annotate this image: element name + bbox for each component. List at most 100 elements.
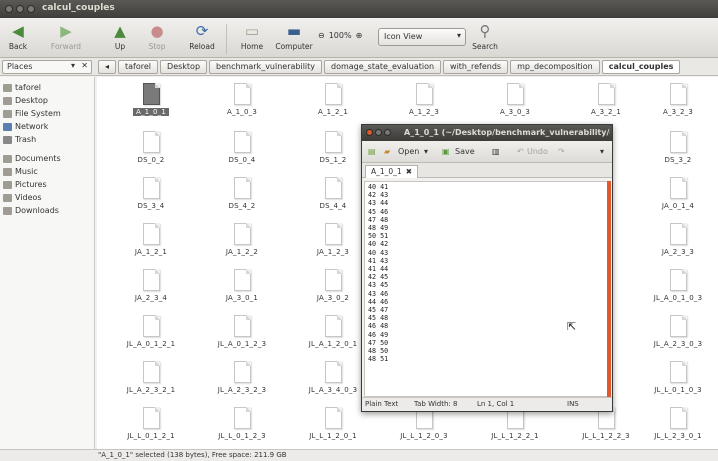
sidebar-item-filesystem[interactable]: File System <box>0 107 94 120</box>
reload-button[interactable]: ⟳ Reload <box>188 22 216 56</box>
file-item[interactable]: JL_A_0_1_2_1 <box>111 315 191 355</box>
sidebar-item-trash[interactable]: Trash <box>0 133 94 146</box>
file-item[interactable]: DS_0_4 <box>202 131 282 171</box>
forward-button[interactable]: ▶ Forward <box>48 22 84 56</box>
tab-width-select[interactable]: Tab Width: 8 <box>414 400 457 408</box>
editor-scrollbar[interactable] <box>607 181 611 397</box>
editor-close-button[interactable] <box>366 129 373 136</box>
file-item[interactable]: JL_L_0_1_0_3 <box>638 361 718 401</box>
sidebar-item-desktop[interactable]: Desktop <box>0 94 94 107</box>
undo-button[interactable]: Undo <box>527 147 548 156</box>
up-arrow-icon: ▲ <box>114 22 126 40</box>
text-file-icon <box>233 315 251 337</box>
file-item[interactable]: A_3_2_1 <box>566 83 646 123</box>
editor-window-controls[interactable] <box>366 129 391 136</box>
file-item[interactable]: JL_L_0_1_2_1 <box>111 407 191 447</box>
file-item[interactable]: A_3_2_3 <box>638 83 718 123</box>
breadcrumb-item[interactable]: domage_state_evaluation <box>324 60 442 74</box>
language-mode-select[interactable]: Plain Text <box>365 400 398 408</box>
file-item[interactable]: JL_L_2_3_0_1 <box>638 407 718 447</box>
view-mode-select[interactable]: Icon View ▾ <box>378 28 466 46</box>
zoom-out-icon[interactable]: ⊖ <box>318 31 325 40</box>
file-item[interactable]: JA_3_0_1 <box>202 269 282 309</box>
file-item[interactable]: JL_L_1_2_0_3 <box>384 407 464 447</box>
breadcrumb-item[interactable]: Desktop <box>160 60 208 74</box>
file-item[interactable]: JL_A_2_3_2_3 <box>202 361 282 401</box>
file-item[interactable]: JA_1_2_1 <box>111 223 191 263</box>
breadcrumb-item[interactable]: benchmark_vulnerability <box>209 60 323 74</box>
file-item[interactable]: A_3_0_3 <box>475 83 555 123</box>
file-item[interactable]: DS_3_2 <box>638 131 718 171</box>
redo-icon[interactable]: ↷ <box>558 147 565 156</box>
stop-button[interactable]: ● Stop <box>146 22 168 56</box>
breadcrumb-item[interactable]: with_refends <box>443 60 509 74</box>
editor-text-area[interactable]: 40 41 42 43 43 44 45 46 47 48 48 49 50 51 40 42… <box>364 181 610 397</box>
computer-button[interactable]: ▬ Computer <box>274 22 314 56</box>
back-button[interactable]: ◀ Back <box>4 22 32 56</box>
file-item[interactable]: JL_A_0_1_2_3 <box>202 315 282 355</box>
file-item[interactable]: JL_L_1_2_2_1 <box>475 407 555 447</box>
breadcrumb-item[interactable]: taforel <box>118 60 159 74</box>
print-icon[interactable]: ▥ <box>492 147 500 156</box>
editor-line: 43 44 <box>368 199 389 208</box>
close-button[interactable] <box>5 5 13 13</box>
undo-icon[interactable]: ↶ <box>517 147 524 156</box>
file-item[interactable]: DS_3_4 <box>111 177 191 217</box>
sidebar-item-videos[interactable]: Videos <box>0 191 94 204</box>
file-item[interactable]: A_1_2_1 <box>293 83 373 123</box>
open-button[interactable]: Open <box>398 147 419 156</box>
search-label: Search <box>472 42 498 51</box>
file-item[interactable]: JL_L_1_2_2_3 <box>566 407 646 447</box>
search-button[interactable]: ⚲ Search <box>470 22 500 56</box>
stop-icon: ● <box>150 22 164 40</box>
file-item[interactable]: DS_4_2 <box>202 177 282 217</box>
file-item[interactable]: A_1_2_3 <box>384 83 464 123</box>
file-name: JL_L_1_2_0_3 <box>400 432 448 440</box>
file-item[interactable]: DS_0_2 <box>111 131 191 171</box>
sidebar-item-documents[interactable]: Documents <box>0 152 94 165</box>
file-item[interactable]: A_1_0_3 <box>202 83 282 123</box>
editor-tab[interactable]: A_1_0_1 ✖ <box>365 165 418 178</box>
open-folder-icon[interactable]: ▰ <box>384 147 390 156</box>
save-icon[interactable]: ▣ <box>442 147 450 156</box>
text-file-icon <box>324 269 342 291</box>
file-item[interactable]: JL_L_1_2_0_1 <box>293 407 373 447</box>
text-editor-window[interactable]: A_1_0_1 (~/Desktop/benchmark_vulnerabili… <box>361 124 613 412</box>
sidebar-item-label: Documents <box>15 154 61 163</box>
file-item[interactable]: JA_2_3_4 <box>111 269 191 309</box>
sidebar-item-pictures[interactable]: Pictures <box>0 178 94 191</box>
file-item[interactable]: JL_A_2_3_2_1 <box>111 361 191 401</box>
overflow-dropdown-icon[interactable]: ▾ <box>600 147 604 156</box>
file-item[interactable]: A_1_0_1 <box>111 83 191 123</box>
editor-maximize-button[interactable] <box>384 129 391 136</box>
sidebar-item-downloads[interactable]: Downloads <box>0 204 94 217</box>
file-item[interactable]: JL_A_2_3_0_3 <box>638 315 718 355</box>
places-dropdown[interactable]: Places ▾ ✕ <box>2 60 92 74</box>
up-button[interactable]: ▲ Up <box>110 22 130 56</box>
sidebar-item-music[interactable]: Music <box>0 165 94 178</box>
sidebar-item-home[interactable]: taforel <box>0 81 94 94</box>
sidebar-item-network[interactable]: Network <box>0 120 94 133</box>
sidebar-item-label: Music <box>15 167 38 176</box>
close-tab-icon[interactable]: ✖ <box>406 167 412 176</box>
minimize-button[interactable] <box>16 5 24 13</box>
breadcrumb-left-arrow[interactable]: ◂ <box>98 60 117 74</box>
save-button[interactable]: Save <box>455 147 475 156</box>
file-item[interactable]: JA_2_3_3 <box>638 223 718 263</box>
breadcrumb-item[interactable]: mp_decomposition <box>510 60 600 74</box>
open-dropdown-icon[interactable]: ▾ <box>424 147 428 156</box>
file-item[interactable]: JA_1_2_2 <box>202 223 282 263</box>
new-document-icon[interactable]: ▤ <box>368 147 376 156</box>
zoom-in-icon[interactable]: ⊕ <box>356 31 363 40</box>
file-item[interactable]: JL_L_0_1_2_3 <box>202 407 282 447</box>
file-name: JL_L_1_2_0_1 <box>309 432 357 440</box>
home-button[interactable]: ▭ Home <box>238 22 266 56</box>
file-item[interactable]: JL_A_0_1_0_3 <box>638 269 718 309</box>
window-controls[interactable] <box>5 5 35 13</box>
close-pane-icon[interactable]: ✕ <box>81 61 88 70</box>
window-title: calcul_couples <box>42 3 115 13</box>
breadcrumb-item-current[interactable]: calcul_couples <box>601 60 681 74</box>
editor-minimize-button[interactable] <box>375 129 382 136</box>
maximize-button[interactable] <box>27 5 35 13</box>
file-item[interactable]: JA_0_1_4 <box>638 177 718 217</box>
